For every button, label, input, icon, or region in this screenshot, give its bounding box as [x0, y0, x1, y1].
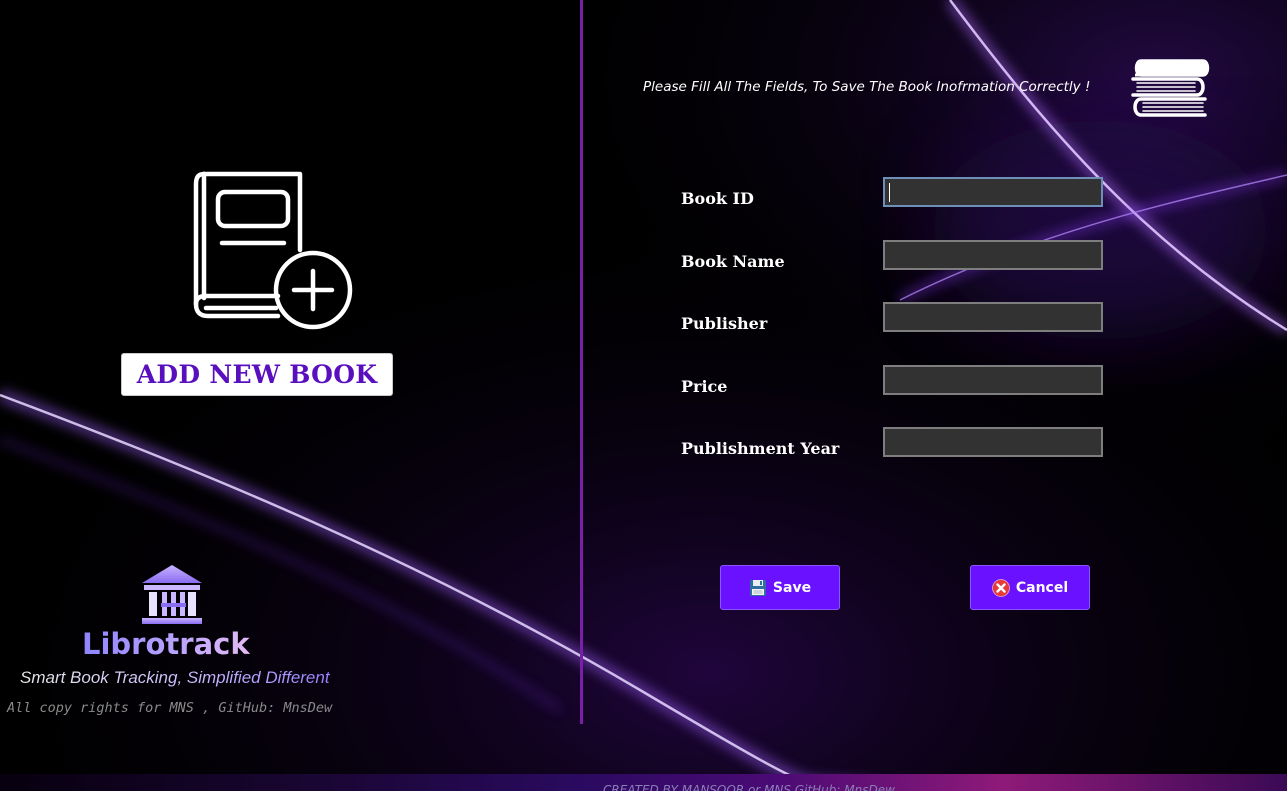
books-stack-icon: [1131, 59, 1210, 117]
cancel-button[interactable]: Cancel: [970, 565, 1090, 610]
app-tagline: Smart Book Tracking, Simplified Differen…: [20, 667, 350, 689]
copyright-text: All copy rights for MNS , GitHub: MnsDew: [7, 700, 333, 716]
footer-bar: CREATED BY MANSOOR or MNS GitHub: MnsDew: [0, 774, 1287, 791]
book-id-input[interactable]: [883, 177, 1103, 207]
cancel-x-icon: [991, 578, 1010, 597]
publisher-input[interactable]: [883, 302, 1103, 332]
save-button-label: Save: [772, 579, 812, 596]
floppy-disk-icon: [749, 579, 766, 596]
price-label: Price: [681, 377, 728, 396]
app-name: Librotrack: [82, 626, 282, 662]
book-add-icon: [193, 171, 353, 330]
book-id-label: Book ID: [681, 189, 754, 208]
book-name-label: Book Name: [681, 252, 785, 271]
text-caret: [889, 183, 890, 202]
publisher-label: Publisher: [681, 314, 768, 333]
add-new-book-title: ADD NEW BOOK: [121, 353, 393, 396]
library-icon: [142, 565, 202, 624]
footer-credits: CREATED BY MANSOOR or MNS GitHub: MnsDew: [603, 783, 895, 791]
publishment-year-input[interactable]: [883, 427, 1103, 457]
price-input[interactable]: [883, 365, 1103, 395]
form-instructions: Please Fill All The Fields, To Save The …: [643, 79, 1091, 95]
publishment-year-label: Publishment Year: [681, 439, 840, 458]
save-button[interactable]: Save: [720, 565, 840, 610]
book-name-input[interactable]: [883, 240, 1103, 270]
panel-divider: [580, 0, 583, 724]
cancel-button-label: Cancel: [1015, 579, 1069, 596]
